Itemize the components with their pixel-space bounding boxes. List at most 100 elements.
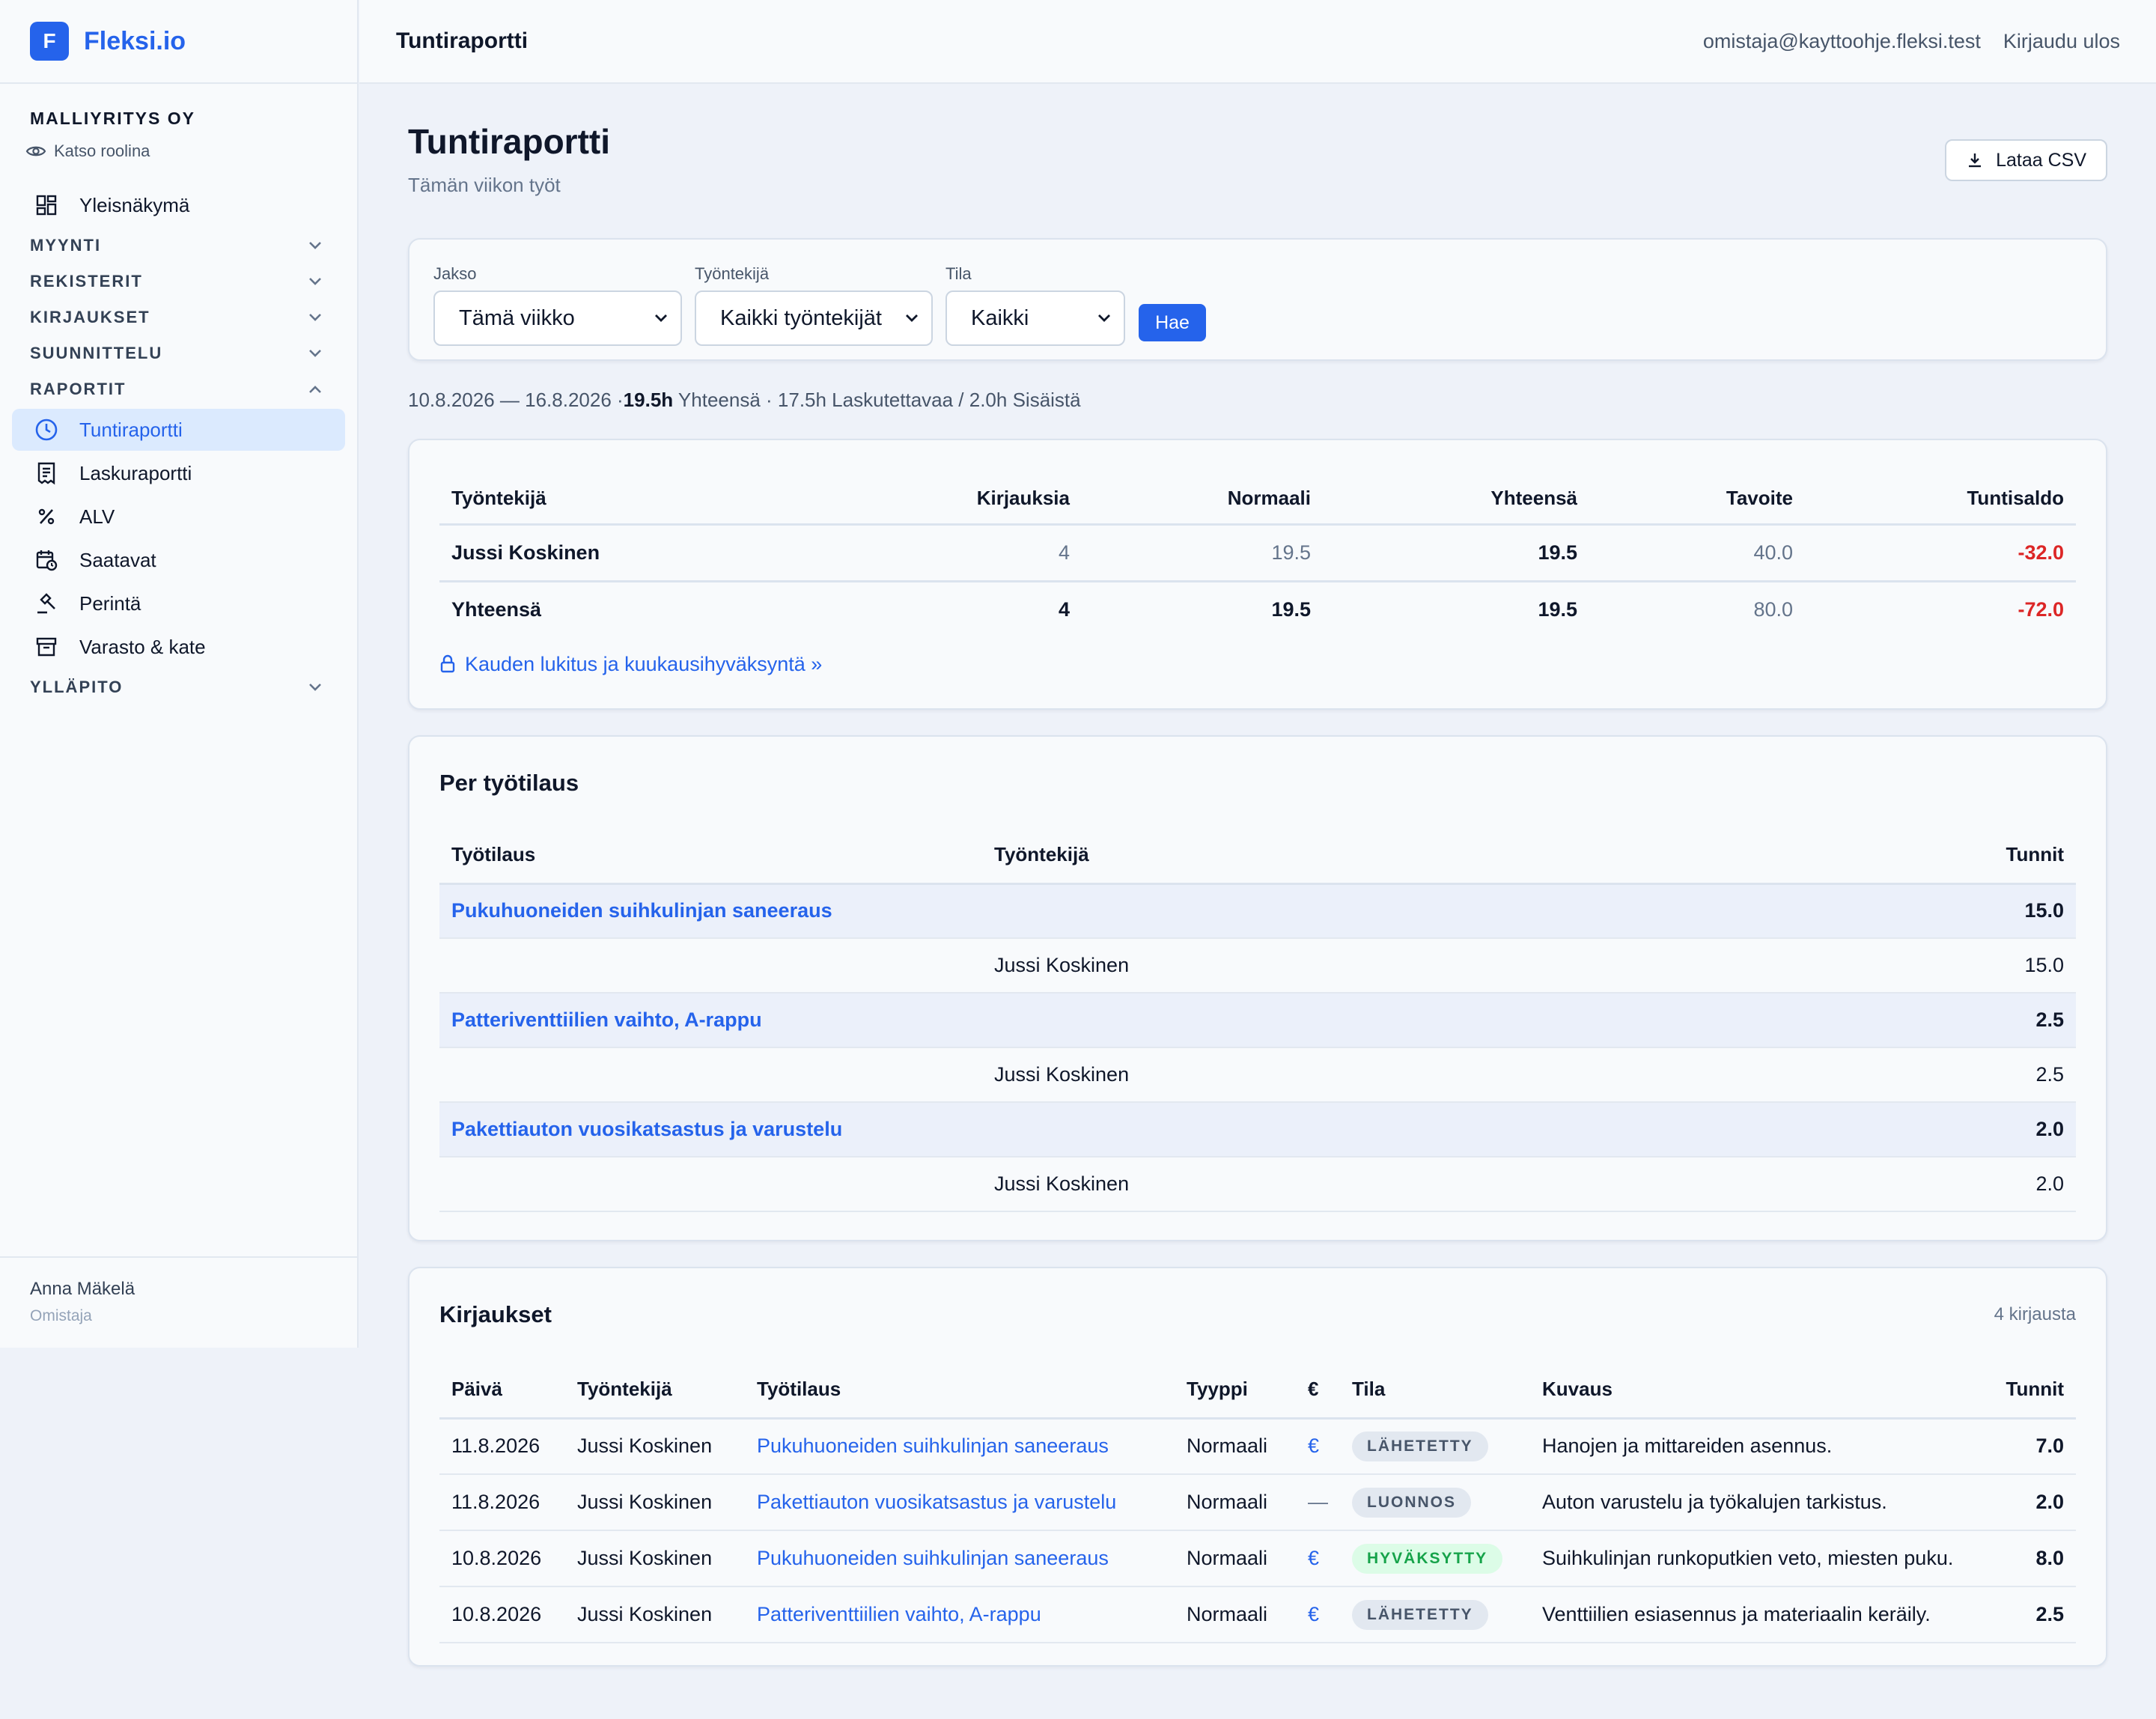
order-row[interactable]: Patteriventtiilien vaihto, A-rappu 2.5 [439,993,2076,1047]
nav-group-label: YLLÄPITO [30,678,124,696]
brand[interactable]: F Fleksi.io [0,0,357,84]
entries-table: Päivä Työntekijä Työtilaus Tyyppi € Tila… [439,1361,2076,1643]
nav-group-registers[interactable]: REKISTERIT [0,264,357,299]
total-entries: 4 [1058,598,1070,621]
period-select[interactable]: Tämä viikko [433,290,682,346]
order-hours: 2.5 [2035,1008,2064,1031]
entries-count: 4 kirjausta [1994,1304,2076,1324]
entry-billable: € [1308,1434,1320,1458]
topbar-user: omistaja@kayttoohje.fleksi.test Kirjaudu… [1703,30,2120,53]
order-employee: Jussi Koskinen [994,954,1130,976]
entry-hours: 2.0 [2035,1491,2064,1513]
period-field: Jakso Tämä viikko [433,261,682,346]
percent-icon [33,503,60,530]
period-lock-link[interactable]: Kauden lukitus ja kuukausihyväksyntä » [439,638,2076,690]
table-row[interactable]: 10.8.2026 Jussi Koskinen Patteriventtiil… [439,1586,2076,1643]
col-balance: Tuntisaldo [1805,440,2076,526]
total-hours: 19.5 [1538,541,1577,564]
status-badge: LÄHETETTY [1352,1599,1488,1630]
table-total-row: Yhteensä 4 19.5 19.5 80.0 -72.0 [439,581,2076,638]
order-employee-hours: 2.0 [2035,1172,2064,1195]
entry-date: 10.8.2026 [451,1603,542,1625]
col-normal: Normaali [1082,440,1323,526]
chevron-down-icon [309,314,321,321]
entry-type: Normaali [1187,1434,1268,1458]
col-type: Tyyppi [1175,1361,1296,1420]
eye-icon [25,146,46,156]
sidebar-item-vat[interactable]: ALV [12,496,345,538]
entry-description: Hanojen ja mittareiden asennus. [1542,1434,1833,1458]
order-link[interactable]: Pakettiauton vuosikatsastus ja varustelu [451,1118,842,1140]
col-status: Tila [1340,1361,1530,1420]
table-row[interactable]: Jussi Koskinen 4 19.5 19.5 40.0 -32.0 [439,524,2076,581]
chevron-down-icon [1098,314,1110,322]
chevron-down-icon [309,684,321,691]
nav-group-entries[interactable]: KIRJAUKSET [0,299,357,335]
table-row[interactable]: 10.8.2026 Jussi Koskinen Pukuhuoneiden s… [439,1530,2076,1586]
sidebar-item-collection[interactable]: Perintä [12,582,345,624]
order-link[interactable]: Pukuhuoneiden suihkulinjan saneeraus [451,899,832,922]
main-content: Tuntiraportti Tämän viikon työt Lataa CS… [408,84,2107,1667]
sidebar-item-hour-report[interactable]: Tuntiraportti [12,409,345,451]
entry-employee: Jussi Koskinen [577,1547,713,1569]
col-description: Kuvaus [1530,1361,1994,1420]
per-order-title: Per työtilaus [439,770,579,796]
employee-select[interactable]: Kaikki työntekijät [695,290,933,346]
page-subtitle: Tämän viikon työt [408,174,561,196]
entries-count: 4 [1058,541,1070,564]
col-hours: Tunnit [1994,1361,2076,1420]
company-block: MALLIYRITYS OY Katso roolina [0,84,357,169]
status-badge: LUONNOS [1352,1487,1471,1518]
order-row[interactable]: Pakettiauton vuosikatsastus ja varustelu… [439,1102,2076,1157]
sidebar-item-inventory[interactable]: Varasto & kate [12,626,345,668]
entry-order-link[interactable]: Pakettiauton vuosikatsastus ja varustelu [757,1491,1116,1513]
download-icon [1969,153,1982,168]
nav-group-planning[interactable]: SUUNNITTELU [0,335,357,371]
entry-description: Auton varustelu ja työkalujen tarkistus. [1542,1491,1887,1513]
period-lock-label: Kauden lukitus ja kuukausihyväksyntä » [465,652,823,675]
entry-description: Suihkulinjan runkoputkien veto, miesten … [1542,1547,1954,1569]
nav-group-maintenance[interactable]: YLLÄPITO [0,669,357,705]
nav-group-sales[interactable]: MYYNTI [0,228,357,264]
user-name: Anna Mäkelä [30,1279,135,1299]
download-csv-label: Lataa CSV [1996,149,2086,171]
sidebar-item-label: Tuntiraportti [79,418,183,441]
search-button[interactable]: Hae [1139,304,1206,341]
logout-link[interactable]: Kirjaudu ulos [2003,30,2120,53]
entry-order-link[interactable]: Pukuhuoneiden suihkulinjan saneeraus [757,1434,1109,1457]
entry-employee: Jussi Koskinen [577,1434,713,1458]
dashboard-icon [33,192,60,219]
sidebar-nav: Yleisnäkymä MYYNTI REKISTERIT KIRJAUKSET… [0,169,357,705]
period-summary: 10.8.2026 — 16.8.2026 · 19.5h Yhteensä ·… [408,361,2107,439]
order-row[interactable]: Pukuhuoneiden suihkulinjan saneeraus 15.… [439,883,2076,938]
sidebar-item-invoice-report[interactable]: Laskuraportti [12,452,345,494]
employee-field: Työntekijä Kaikki työntekijät [695,261,933,346]
entry-order-link[interactable]: Patteriventtiilien vaihto, A-rappu [757,1603,1041,1625]
summary-range: 10.8.2026 — 16.8.2026 · [408,388,624,411]
col-hours: Tunnit [1703,827,2076,885]
order-employee-hours: 15.0 [2024,954,2064,976]
sidebar-item-overview[interactable]: Yleisnäkymä [12,184,345,226]
status-badge: HYVÄKSYTTY [1352,1543,1503,1574]
download-csv-button[interactable]: Lataa CSV [1945,139,2107,181]
col-employee: Työntekijä [565,1361,745,1420]
sidebar: F Fleksi.io MALLIYRITYS OY Katso roolina… [0,0,359,1348]
nav-group-label: SUUNNITTELU [30,344,163,362]
col-order: Työtilaus [439,827,982,885]
view-as-role-button[interactable]: Katso roolina [25,133,327,169]
order-link[interactable]: Patteriventtiilien vaihto, A-rappu [451,1008,762,1031]
order-employee-hours: 2.5 [2035,1063,2064,1086]
sidebar-item-receivables[interactable]: Saatavat [12,539,345,581]
entries-header: Kirjaukset 4 kirjausta [439,1268,2076,1361]
table-row[interactable]: 11.8.2026 Jussi Koskinen Pakettiauton vu… [439,1474,2076,1530]
nav-group-label: REKISTERIT [30,272,143,290]
calendar-clock-icon [33,547,60,573]
period-label: Jakso [433,264,477,283]
entry-order-link[interactable]: Pukuhuoneiden suihkulinjan saneeraus [757,1547,1109,1569]
gavel-icon [33,590,60,617]
user-role: Omistaja [30,1307,92,1324]
status-select[interactable]: Kaikki [945,290,1125,346]
lock-icon [440,654,455,673]
table-row[interactable]: 11.8.2026 Jussi Koskinen Pukuhuoneiden s… [439,1418,2076,1474]
nav-group-reports[interactable]: RAPORTIT [0,371,357,407]
